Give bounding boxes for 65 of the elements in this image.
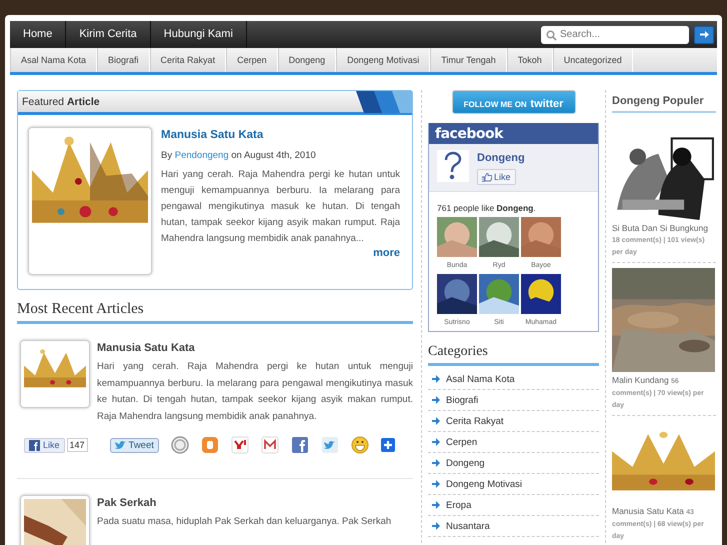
envelope-icon [260, 436, 279, 454]
article-excerpt: Hari yang cerah. Raja Mahendra pergi ke hutan untuk menguji kemampuannya berburu. Ia melarang para pengawal mengikutinya masuk ke hutan. Di tengah hutan, tampak seekor kijang asyik makan rumput. Raja Mahendra langsung membidik anak panahnya... [161, 168, 400, 246]
category-link[interactable]: Eropa [446, 500, 472, 510]
category-tab[interactable]: Timur Tengah [430, 48, 507, 72]
article-excerpt: Hari yang cerah. Raja Mahendra pergi ke hutan untuk menguji kemampuannya berburu. Ia melarang para pengawal mengikutinya masuk ke hutan. Di tengah hutan, tampak seekor kijang asyik makan rumput. Raja Mahendra langsung membidik anak panahnya. [97, 360, 413, 424]
arrow-icon [432, 417, 440, 425]
category-link[interactable]: Nusantara [446, 520, 490, 532]
arrow-icon [700, 31, 708, 38]
facebook-icon [29, 440, 40, 450]
search-button[interactable] [694, 26, 714, 44]
category-link[interactable]: Dongeng [446, 458, 485, 468]
category-link[interactable]: Biografi [446, 394, 478, 406]
like-button[interactable]: Like [24, 438, 65, 452]
byline-text: By [161, 150, 172, 161]
section-heading: Categories [428, 344, 599, 366]
like-button[interactable]: Like [477, 169, 516, 185]
arrow-icon [432, 501, 440, 509]
category-tab[interactable]: Tokoh [506, 48, 553, 72]
arrow-icon [432, 459, 440, 467]
article-link[interactable]: Si Buta Dan Si Bungkung [612, 223, 708, 233]
panel-title: Featured Article [21, 96, 100, 108]
arrow-icon [432, 522, 440, 530]
category-tab[interactable]: Uncategorized [552, 48, 633, 72]
date-text: on August 4th, 2010 [231, 150, 316, 161]
question-mark-icon [437, 150, 469, 182]
like-count: 147 [66, 438, 88, 452]
arrow-icon [432, 438, 440, 446]
bird-icon [114, 440, 127, 450]
category-tab[interactable]: Cerita Rakyat [150, 48, 226, 72]
tweet-button[interactable]: Tweet [110, 438, 159, 452]
arrow-icon [432, 375, 440, 383]
section-heading: Most Recent Articles [17, 301, 413, 324]
article-title[interactable]: Pak Serkah [97, 497, 413, 509]
plus-icon[interactable] [380, 438, 395, 452]
arrow-icon [432, 480, 440, 488]
category-tab[interactable]: Dongeng Motivasi [336, 48, 430, 72]
facebook-icon [290, 436, 309, 454]
article-title[interactable]: Manusia Satu Kata [161, 129, 400, 141]
likes-count-text: 761 people like Dongeng. [437, 203, 537, 213]
search-field[interactable]: Search... [541, 26, 689, 44]
section-heading: Dongeng Populer [612, 95, 716, 113]
category-tab[interactable]: Dongeng [278, 48, 336, 72]
smiley-icon [350, 436, 369, 454]
category-tab[interactable]: Asal Nama Kota [10, 48, 98, 72]
facebook-logo: facebook [435, 126, 503, 142]
article-title[interactable]: Manusia Satu Kata [97, 342, 413, 354]
arrow-icon [432, 396, 440, 404]
article-link[interactable]: Malin Kundang [612, 375, 669, 385]
category-link[interactable]: Cerita Rakyat [446, 416, 504, 426]
rounded-square-icon [200, 436, 219, 454]
search-icon [546, 30, 557, 40]
thumbs-up-icon [482, 172, 492, 182]
round-logo-icon [170, 436, 189, 454]
article-link[interactable]: Manusia Satu Kata [612, 506, 684, 516]
author-link[interactable]: Pendongeng [174, 150, 229, 161]
article-excerpt: Pada suatu masa, hiduplah Pak Serkah dan keluarganya. Pak Serkah [97, 515, 392, 529]
stripe-decoration [356, 91, 412, 113]
category-link[interactable]: Cerpen [446, 436, 478, 448]
category-tab[interactable]: Biografi [97, 48, 150, 72]
category-tab[interactable]: Cerpen [226, 48, 278, 72]
more-link[interactable]: more [373, 247, 400, 259]
category-link[interactable]: Asal Nama Kota [446, 374, 515, 384]
bird-icon [320, 436, 339, 454]
category-link[interactable]: Dongeng Motivasi [446, 478, 522, 490]
page-link[interactable]: Dongeng [477, 152, 525, 164]
